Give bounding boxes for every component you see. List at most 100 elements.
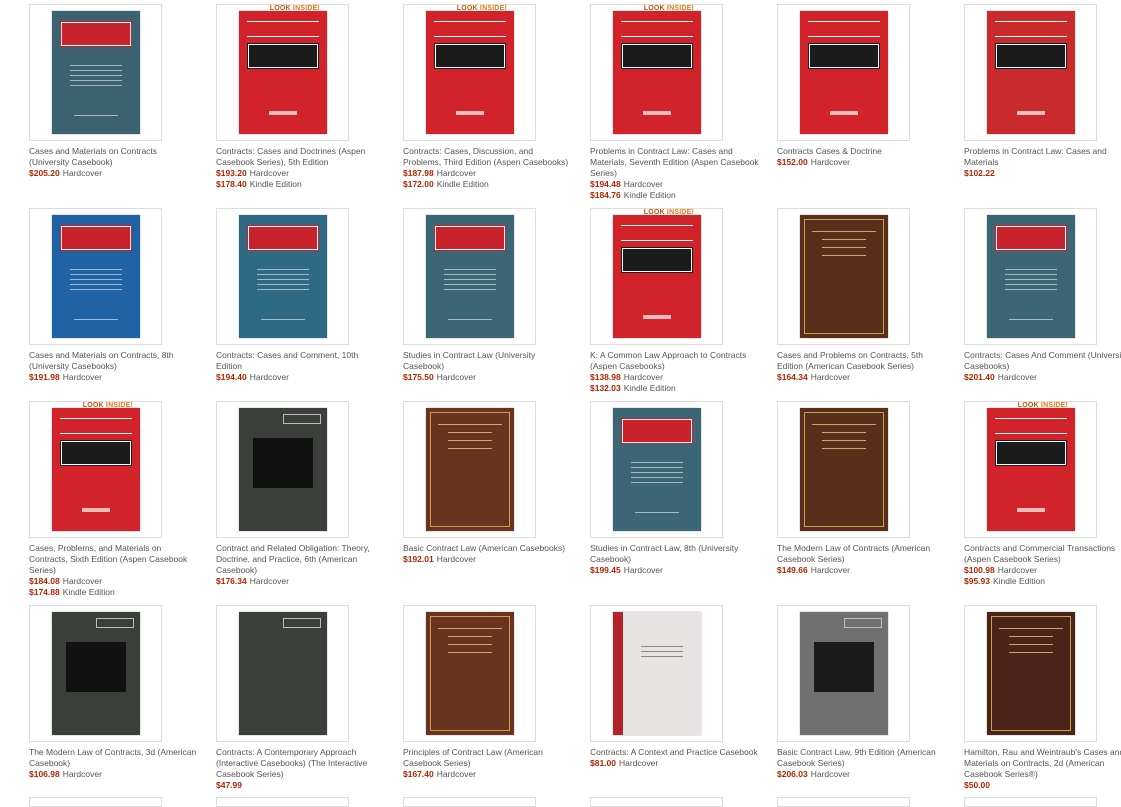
product-card[interactable]: Hamilton, Rau and Weintraub's Cases and … <box>964 605 1121 805</box>
product-thumbnail[interactable] <box>216 401 349 538</box>
price-row[interactable]: $174.88 Kindle Edition <box>29 587 115 598</box>
product-title[interactable]: Contracts: A Context and Practice Casebo… <box>590 747 760 758</box>
product-thumbnail-partial[interactable] <box>777 797 910 807</box>
product-card[interactable]: LOOK INSIDE! K: A Common Law Approach to … <box>590 208 760 408</box>
product-card[interactable]: Contracts: A Context and Practice Casebo… <box>590 605 760 805</box>
product-thumbnail[interactable] <box>29 208 162 345</box>
product-thumbnail[interactable]: LOOK INSIDE! <box>216 4 349 141</box>
price-row[interactable]: $193.20 Hardcover <box>216 168 289 179</box>
product-card[interactable]: LOOK INSIDE! Contracts: Cases and Doctrin… <box>216 4 386 204</box>
price-row[interactable]: $178.40 Kindle Edition <box>216 179 302 190</box>
product-title[interactable]: Contracts: Cases, Discussion, and Proble… <box>403 146 573 168</box>
price-row[interactable]: $172.00 Kindle Edition <box>403 179 489 190</box>
look-inside-badge[interactable]: LOOK INSIDE! <box>270 5 320 12</box>
price-row[interactable]: $50.00 <box>964 780 993 791</box>
product-title[interactable]: Contracts: A Contemporary Approach (Inte… <box>216 747 386 780</box>
price-row[interactable]: $167.40 Hardcover <box>403 769 476 780</box>
product-card[interactable]: Cases and Materials on Contracts, 8th (U… <box>29 208 199 408</box>
price-row[interactable]: $164.34 Hardcover <box>777 372 850 383</box>
product-title[interactable]: Studies in Contract Law (University Case… <box>403 350 573 372</box>
product-title[interactable]: Problems in Contract Law: Cases and Mate… <box>590 146 760 179</box>
price-row[interactable]: $201.40 Hardcover <box>964 372 1037 383</box>
product-title[interactable]: The Modern Law of Contracts, 3d (America… <box>29 747 199 769</box>
product-thumbnail[interactable] <box>216 208 349 345</box>
product-title[interactable]: Contracts: Cases and Doctrines (Aspen Ca… <box>216 146 386 168</box>
product-title[interactable]: Contract and Related Obligation: Theory,… <box>216 543 386 576</box>
price-row[interactable]: $192.01 Hardcover <box>403 554 476 565</box>
product-card[interactable]: Contract and Related Obligation: Theory,… <box>216 401 386 601</box>
product-title[interactable]: The Modern Law of Contracts (American Ca… <box>777 543 947 565</box>
product-title[interactable]: Contracts: Cases and Comment, 10th Editi… <box>216 350 386 372</box>
product-title[interactable]: Contracts: Cases And Comment (University… <box>964 350 1121 372</box>
product-title[interactable]: Problems in Contract Law: Cases and Mate… <box>964 146 1121 168</box>
product-card[interactable]: Cases and Problems on Contracts, 5th Edi… <box>777 208 947 408</box>
product-card[interactable]: Cases and Materials on Contracts (Univer… <box>29 4 199 204</box>
product-thumbnail[interactable] <box>590 401 723 538</box>
product-title[interactable]: Basic Contract Law (American Casebooks) <box>403 543 573 554</box>
product-thumbnail[interactable]: LOOK INSIDE! <box>964 401 1097 538</box>
price-row[interactable]: $138.98 Hardcover <box>590 372 663 383</box>
price-row[interactable]: $175.50 Hardcover <box>403 372 476 383</box>
price-row[interactable]: $132.03 Kindle Edition <box>590 383 676 394</box>
product-title[interactable]: Contracts Cases & Doctrine <box>777 146 947 157</box>
product-card[interactable]: Studies in Contract Law, 8th (University… <box>590 401 760 601</box>
product-thumbnail[interactable] <box>29 4 162 141</box>
product-title[interactable]: Cases, Problems, and Materials on Contra… <box>29 543 199 576</box>
price-row[interactable]: $152.00 Hardcover <box>777 157 850 168</box>
product-card[interactable]: Problems in Contract Law: Cases and Mate… <box>964 4 1121 204</box>
price-row[interactable]: $102.22 <box>964 168 998 179</box>
product-card[interactable]: Studies in Contract Law (University Case… <box>403 208 573 408</box>
product-thumbnail[interactable] <box>964 208 1097 345</box>
product-thumbnail[interactable]: LOOK INSIDE! <box>590 4 723 141</box>
product-thumbnail[interactable] <box>403 401 536 538</box>
product-thumbnail[interactable] <box>403 208 536 345</box>
product-thumbnail[interactable]: LOOK INSIDE! <box>590 208 723 345</box>
product-title[interactable]: Contracts and Commercial Transactions (A… <box>964 543 1121 565</box>
product-card[interactable]: LOOK INSIDE! Contracts: Cases, Discussion… <box>403 4 573 204</box>
product-title[interactable]: Cases and Materials on Contracts, 8th (U… <box>29 350 199 372</box>
product-title[interactable]: Studies in Contract Law, 8th (University… <box>590 543 760 565</box>
product-card[interactable]: LOOK INSIDE! Cases, Problems, and Materia… <box>29 401 199 601</box>
product-thumbnail[interactable] <box>777 401 910 538</box>
price-row[interactable]: $206.03 Hardcover <box>777 769 850 780</box>
price-row[interactable]: $47.99 <box>216 780 245 791</box>
price-row[interactable]: $81.00 Hardcover <box>590 758 658 769</box>
product-card[interactable]: Contracts: Cases And Comment (University… <box>964 208 1121 408</box>
product-card[interactable]: The Modern Law of Contracts (American Ca… <box>777 401 947 601</box>
price-row[interactable]: $194.48 Hardcover <box>590 179 663 190</box>
price-row[interactable]: $100.98 Hardcover <box>964 565 1037 576</box>
look-inside-badge[interactable]: LOOK INSIDE! <box>1018 402 1068 409</box>
product-thumbnail-partial[interactable] <box>590 797 723 807</box>
product-thumbnail-partial[interactable] <box>964 797 1097 807</box>
price-row[interactable]: $191.98 Hardcover <box>29 372 102 383</box>
product-card[interactable]: LOOK INSIDE! Contracts and Commercial Tra… <box>964 401 1121 601</box>
price-row[interactable]: $184.76 Kindle Edition <box>590 190 676 201</box>
product-thumbnail[interactable] <box>777 605 910 742</box>
product-title[interactable]: Principles of Contract Law (American Cas… <box>403 747 573 769</box>
product-thumbnail-partial[interactable] <box>403 797 536 807</box>
price-row[interactable]: $184.08 Hardcover <box>29 576 102 587</box>
product-thumbnail[interactable]: LOOK INSIDE! <box>29 401 162 538</box>
price-row[interactable]: $176.34 Hardcover <box>216 576 289 587</box>
look-inside-badge[interactable]: LOOK INSIDE! <box>644 209 694 216</box>
price-row[interactable]: $187.98 Hardcover <box>403 168 476 179</box>
product-thumbnail[interactable] <box>590 605 723 742</box>
look-inside-badge[interactable]: LOOK INSIDE! <box>457 5 507 12</box>
product-title[interactable]: Cases and Materials on Contracts (Univer… <box>29 146 199 168</box>
product-thumbnail[interactable] <box>964 4 1097 141</box>
product-card[interactable]: Contracts Cases & Doctrine $152.00 Hardcov… <box>777 4 947 204</box>
product-thumbnail-partial[interactable] <box>29 797 162 807</box>
product-card[interactable]: The Modern Law of Contracts, 3d (America… <box>29 605 199 805</box>
price-row[interactable]: $106.98 Hardcover <box>29 769 102 780</box>
product-card[interactable]: Basic Contract Law (American Casebooks) $… <box>403 401 573 601</box>
product-thumbnail[interactable] <box>216 605 349 742</box>
product-thumbnail-partial[interactable] <box>216 797 349 807</box>
product-thumbnail[interactable] <box>777 4 910 141</box>
price-row[interactable]: $199.45 Hardcover <box>590 565 663 576</box>
product-card[interactable]: Contracts: A Contemporary Approach (Inte… <box>216 605 386 805</box>
product-thumbnail[interactable]: LOOK INSIDE! <box>403 4 536 141</box>
look-inside-badge[interactable]: LOOK INSIDE! <box>644 5 694 12</box>
product-thumbnail[interactable] <box>29 605 162 742</box>
product-card[interactable]: Basic Contract Law, 9th Edition (America… <box>777 605 947 805</box>
price-row[interactable]: $205.20 Hardcover <box>29 168 102 179</box>
